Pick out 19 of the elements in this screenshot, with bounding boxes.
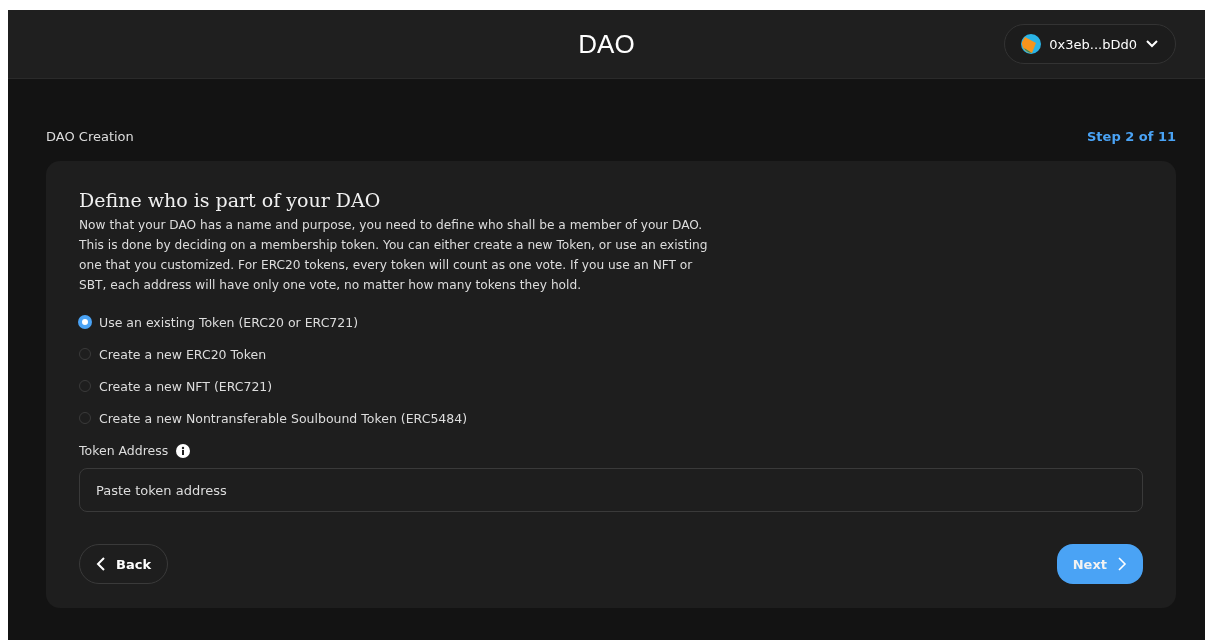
field-label: Token Address bbox=[79, 443, 169, 458]
chevron-left-icon bbox=[96, 556, 106, 572]
radio-option[interactable]: Use an existing Token (ERC20 or ERC721) bbox=[79, 311, 1143, 333]
card-title: Define who is part of your DAO bbox=[79, 189, 382, 211]
radio-option[interactable]: Create a new NFT (ERC721) bbox=[79, 375, 1143, 397]
description-text: Now that your DAO has a name and purpose, you need to define who shall be a member of your DAO. This is done by deciding on a membership token. You can either create a new Token, or use an existing one that you customized. For ERC20 tokens, every token will count as one vote. If you use an NFT or SBT, each address will have only one vote, no matter how many tokens they hold. bbox=[79, 217, 709, 294]
token-address-field[interactable]: Paste token address bbox=[79, 468, 1143, 512]
page-label: DAO Creation bbox=[46, 129, 134, 144]
info-icon[interactable] bbox=[176, 443, 191, 458]
avatar-icon bbox=[1021, 34, 1042, 54]
radio-option[interactable]: Create a new Nontransferable Soulbound Token (ERC5484) bbox=[79, 407, 1143, 429]
app-title: DAO bbox=[578, 28, 635, 60]
chevron-down-icon bbox=[1145, 39, 1159, 49]
radio-option[interactable]: Create a new ERC20 Token bbox=[79, 343, 1143, 365]
back-button[interactable]: Back bbox=[79, 544, 169, 584]
radio-button[interactable] bbox=[79, 316, 91, 328]
step-indicator: Step 2 of 11 bbox=[1087, 129, 1176, 144]
wallet-button[interactable]: 0x3eb...bDd0 bbox=[1004, 24, 1176, 64]
chevron-right-icon bbox=[1117, 556, 1127, 572]
